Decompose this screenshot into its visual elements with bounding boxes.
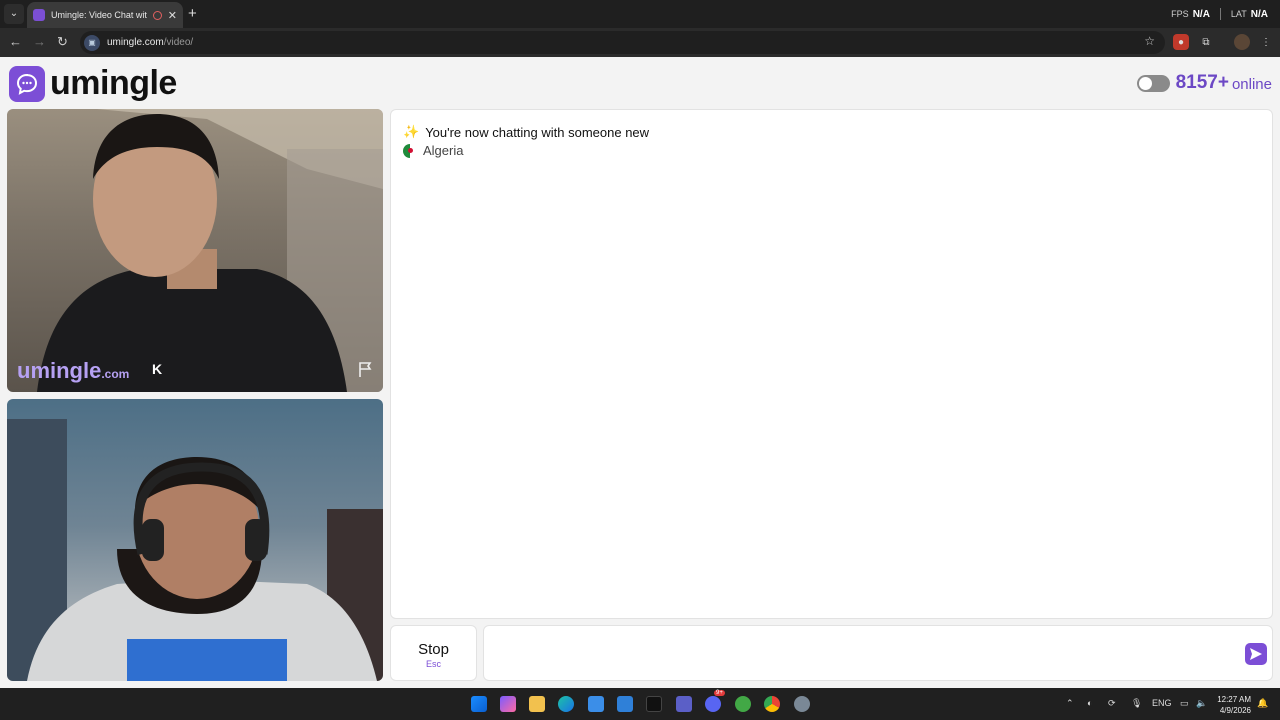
watermark-text: umingle [17,358,102,383]
microphone-icon[interactable]: 🎙 [1131,698,1142,709]
browser-toolbar: ← → ↻ ▣ umingle.com/video/ ☆ ● ⧉ ⋮ [0,28,1280,57]
system-clock[interactable]: 12:27 AM 4/9/2026 [1217,694,1251,716]
extension-record-icon[interactable]: ● [1173,34,1189,50]
fps-label: FPS [1171,9,1189,19]
back-arrow-icon[interactable]: ← [9,34,22,49]
close-tab-icon[interactable]: ✕ [168,9,177,22]
lat-label: LAT [1230,9,1247,19]
file-explorer-icon[interactable] [529,696,545,712]
performance-overlay: FPS N/A LAT N/A [1171,8,1268,20]
stop-button[interactable]: Stop Esc [390,625,477,681]
divider [1219,8,1221,20]
self-video [7,399,383,681]
discord-icon[interactable]: 9+ [705,690,725,712]
url-domain: umingle.com [107,37,164,48]
mail-icon[interactable] [617,696,633,712]
browser-tab[interactable]: Umingle: Video Chat with S ✕ [27,2,183,28]
extensions-puzzle-icon[interactable]: ⧉ [1198,34,1214,50]
store-icon[interactable] [588,696,604,712]
chat-bubble-logo-icon [9,65,45,102]
discord-tray-icon[interactable]: ◐ [1087,698,1092,708]
site-info-icon[interactable]: ▣ [84,34,100,51]
watermark-suffix: .com [101,367,130,381]
new-tab-button[interactable]: + [188,5,197,22]
watermark-logo: umingle.com [17,358,129,384]
url-path: /video/ [163,37,194,48]
country-name: Algeria [423,143,464,158]
svg-text:K: K [152,361,162,377]
online-count: 8157+ [1175,72,1229,93]
url-text: umingle.com/video/ [107,37,193,48]
show-hidden-icons-chevron-icon[interactable]: ⌃ [1066,698,1074,709]
sync-tray-icon[interactable]: ⟳ [1108,698,1116,709]
country-info: Algeria [403,143,463,158]
chrome-icon[interactable] [764,696,780,712]
mode-toggle[interactable] [1136,74,1170,92]
sparkles-icon: ✨ [403,124,420,139]
stranger-video-frame: K [37,109,383,392]
clock-time: 12:27 AM [1217,695,1251,704]
system-message-text: You're now chatting with someone new [425,124,650,140]
toggle-knob [1138,76,1152,90]
online-label: online [1231,76,1272,93]
stranger-video: K umingle.com [7,109,383,392]
language-indicator[interactable]: ENG [1152,698,1172,708]
teams-icon[interactable] [676,696,692,712]
windows-start-icon[interactable] [471,696,487,712]
browser-tab-bar: ⌄ Umingle: Video Chat with S ✕ + FPS N/A… [0,0,1280,28]
forward-arrow-icon[interactable]: → [33,34,46,49]
online-indicator: 8157+ online [1136,72,1272,94]
volume-icon[interactable]: 🔈 [1196,698,1207,709]
bookmark-star-icon[interactable]: ☆ [1144,34,1155,48]
umingle-page: umingle 8157+ online K umingle.com ✨ You… [0,57,1280,688]
reload-icon[interactable]: ↻ [57,34,68,50]
recording-indicator-icon [152,10,162,20]
browser-menu-icon[interactable]: ⋮ [1258,34,1274,50]
tab-search-button[interactable]: ⌄ [4,4,24,24]
system-message: ✨ You're now chatting with someone new [403,124,649,140]
clock-date: 4/9/2026 [1219,706,1251,715]
fps-value: N/A [1192,8,1210,20]
os-taskbar: 9+ ⌃ ◐ ⟳ 🎙 ENG ▭ 🔈 12:27 AM 4/9/2026 🔔 [0,688,1280,720]
network-icon[interactable]: ▭ [1180,698,1189,709]
stop-label: Stop [418,641,449,658]
discord-badge: 9+ [714,690,725,696]
message-input[interactable] [483,625,1273,681]
self-video-frame [7,419,383,681]
settings-gear-icon[interactable] [794,696,810,712]
send-icon[interactable] [1245,643,1267,665]
stop-shortcut: Esc [425,659,441,669]
profile-avatar[interactable] [1234,34,1250,50]
copilot-icon[interactable] [500,696,516,712]
tiktok-icon[interactable] [646,696,662,712]
report-flag-icon[interactable] [357,361,375,384]
algeria-flag-icon [403,143,417,158]
address-bar[interactable]: ▣ umingle.com/video/ ☆ [80,31,1165,54]
chat-log: ✨ You're now chatting with someone new A… [390,109,1273,619]
lat-value: N/A [1250,8,1268,20]
utorrent-icon[interactable] [735,696,751,712]
logo-text: umingle [50,64,177,102]
tab-title: Umingle: Video Chat with S [51,10,147,20]
notifications-icon[interactable]: 🔔 [1257,698,1268,709]
site-logo[interactable]: umingle [9,64,177,103]
umingle-favicon-icon [33,9,45,21]
edge-icon[interactable] [558,696,574,712]
